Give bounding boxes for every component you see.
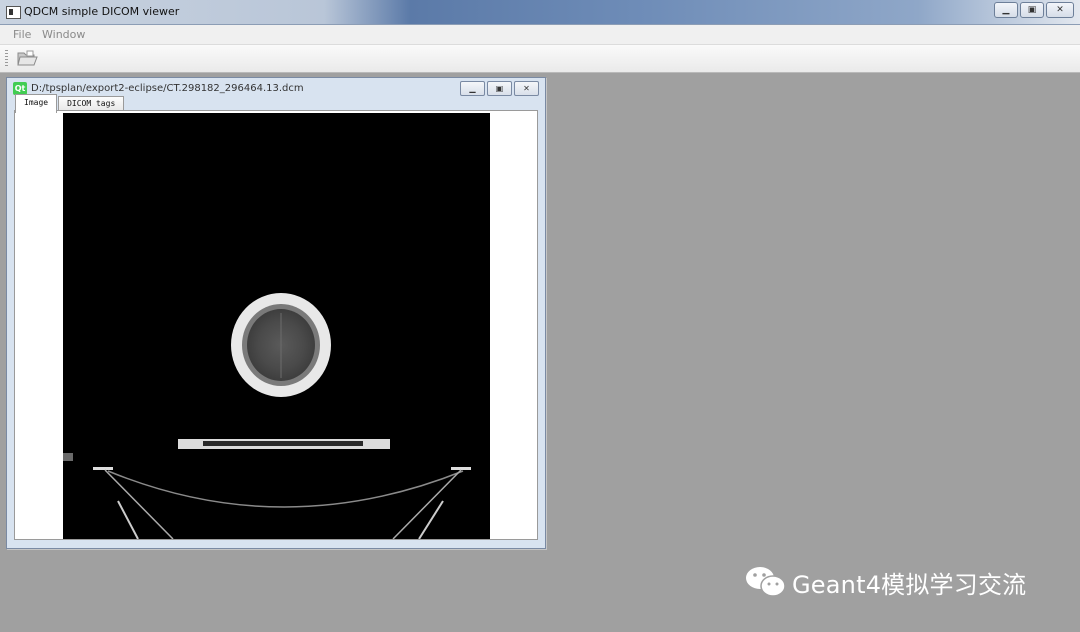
subwindow-controls: ▁ ▣ ✕ [460, 81, 539, 96]
right-strut [392, 469, 462, 540]
right-strut-2 [418, 500, 444, 540]
watermark-text: Geant4模拟学习交流 [792, 570, 1027, 599]
toolbar-grip[interactable] [5, 50, 8, 68]
left-strut-2 [117, 500, 139, 540]
app-icon [6, 6, 21, 19]
wechat-icon [746, 567, 786, 597]
toolbar [0, 45, 1080, 73]
subwindow-minimize-button[interactable]: ▁ [460, 81, 485, 96]
tab-image[interactable]: Image [15, 94, 58, 113]
close-button[interactable]: ✕ [1046, 2, 1074, 18]
main-window: QDCM simple DICOM viewer ▁ ▣ ✕ File Wind… [0, 0, 1080, 632]
subwindow-title-bar[interactable]: Qt D:/tpsplan/export2-eclipse/CT.298182_… [11, 81, 541, 97]
left-support [93, 467, 113, 470]
subwindow-close-button[interactable]: ✕ [514, 81, 539, 96]
dicom-subwindow: Qt D:/tpsplan/export2-eclipse/CT.298182_… [6, 77, 546, 549]
side-marker [63, 453, 73, 461]
title-bar[interactable]: QDCM simple DICOM viewer ▁ ▣ ✕ [0, 0, 1080, 25]
minimize-button[interactable]: ▁ [994, 2, 1018, 18]
file-path: D:/tpsplan/export2-eclipse/CT.298182_296… [31, 83, 304, 94]
menu-window[interactable]: Window [42, 28, 85, 41]
open-file-button[interactable] [15, 48, 39, 69]
ct-scan-graphic [63, 293, 471, 540]
watermark: Geant4模拟学习交流 [744, 562, 1026, 602]
window-controls: ▁ ▣ ✕ [994, 2, 1074, 18]
tab-bar: Image DICOM tags [15, 94, 125, 113]
menu-file[interactable]: File [13, 28, 31, 41]
window-title: QDCM simple DICOM viewer [24, 5, 180, 18]
ct-image [63, 113, 490, 540]
left-strut [104, 469, 174, 540]
couch-curve [107, 470, 464, 508]
folder-open-icon [17, 50, 38, 66]
maximize-button[interactable]: ▣ [1020, 2, 1044, 18]
couch-top-inner [203, 441, 363, 446]
image-pane [14, 110, 538, 540]
menu-bar: File Window [0, 25, 1080, 45]
subwindow-restore-button[interactable]: ▣ [487, 81, 512, 96]
right-support [451, 467, 471, 470]
